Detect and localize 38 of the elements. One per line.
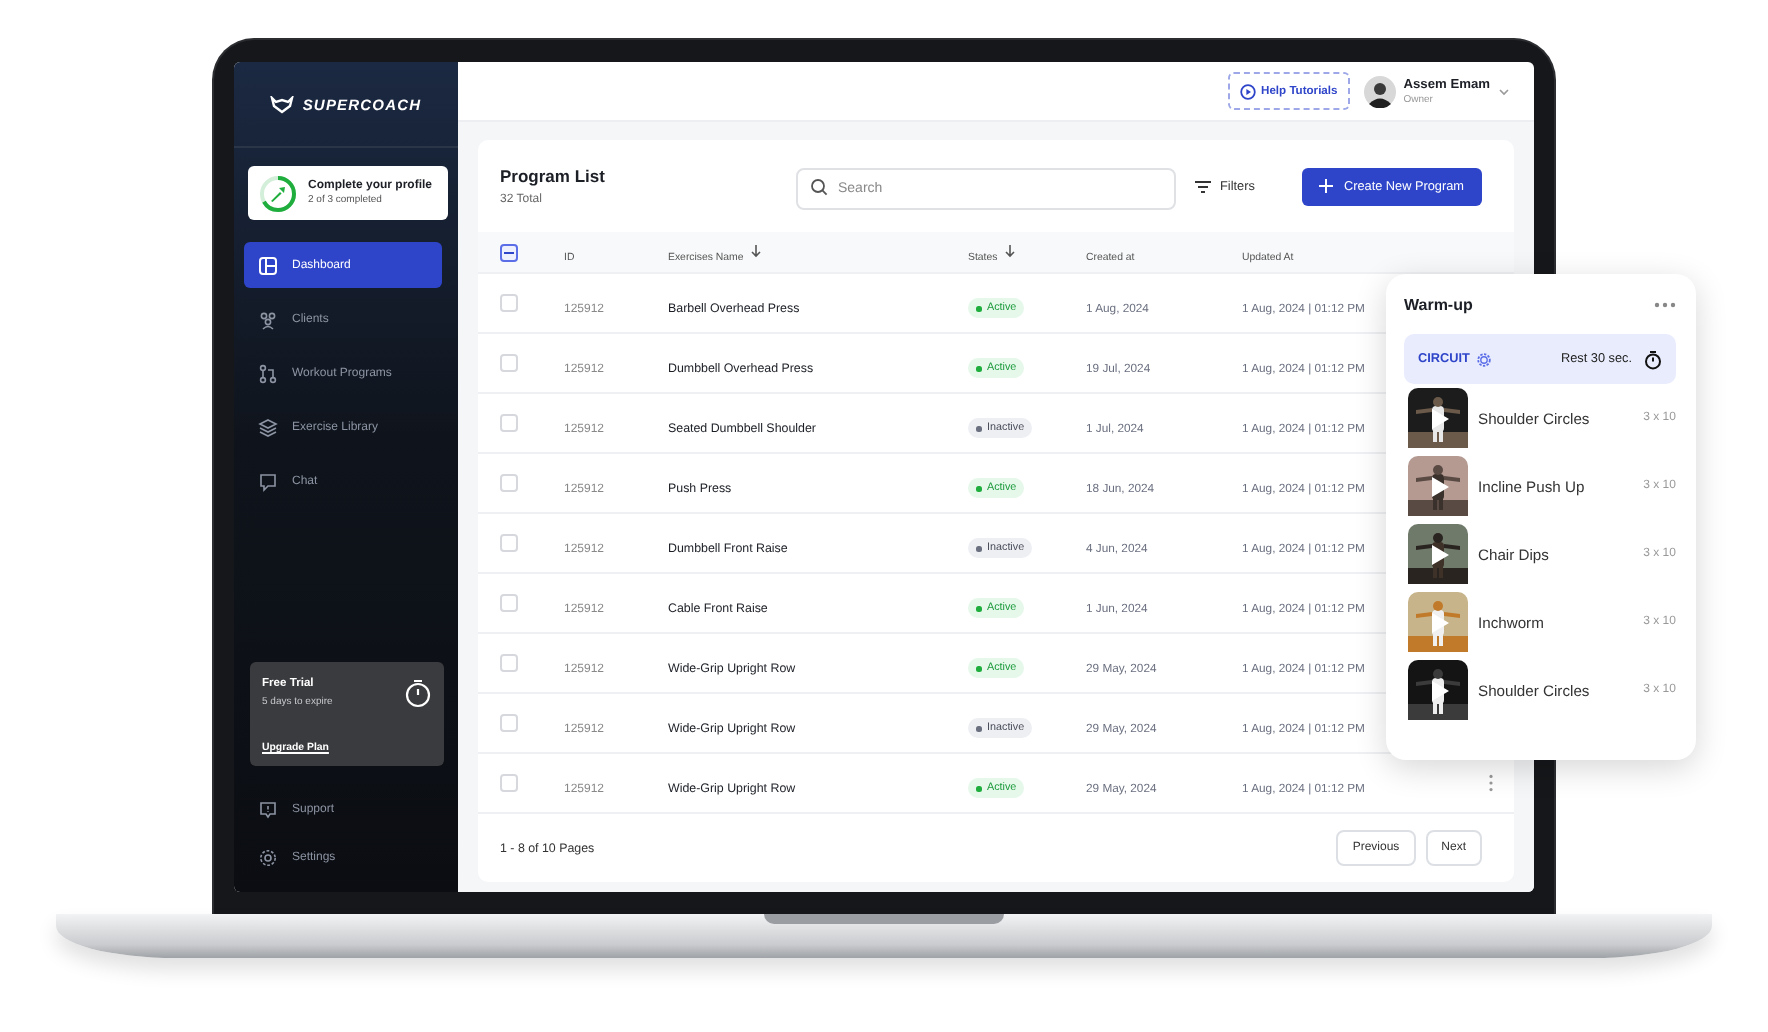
stopwatch-icon — [404, 678, 432, 708]
play-icon — [1239, 83, 1256, 99]
sort-arrow-icon[interactable] — [749, 244, 762, 259]
row-checkbox[interactable] — [500, 414, 518, 432]
select-all-checkbox[interactable] — [500, 243, 518, 261]
play-icon[interactable] — [1430, 408, 1450, 430]
row-checkbox[interactable] — [500, 354, 518, 372]
search-icon — [810, 177, 828, 195]
dashboard-icon — [258, 255, 278, 275]
chevron-down-icon[interactable] — [1498, 87, 1510, 95]
progress-ring — [258, 173, 298, 213]
page-title: Program List — [500, 166, 607, 186]
row-checkbox[interactable] — [500, 654, 518, 672]
gear-icon — [1475, 351, 1492, 367]
logo-icon — [270, 95, 295, 113]
play-icon[interactable] — [1430, 544, 1450, 566]
stopwatch-icon — [1644, 349, 1662, 369]
play-icon[interactable] — [1430, 680, 1450, 702]
card-title: Warm-up — [1404, 296, 1473, 314]
layers-icon — [258, 417, 278, 437]
row-checkbox[interactable] — [500, 534, 518, 552]
people-icon — [258, 309, 278, 329]
chat-icon — [258, 471, 278, 491]
row-checkbox[interactable] — [500, 774, 518, 792]
avatar[interactable] — [1363, 75, 1396, 107]
help-icon — [258, 800, 278, 820]
more-icon[interactable] — [1487, 774, 1493, 792]
plus-icon — [1317, 178, 1334, 194]
settings-icon — [258, 848, 278, 868]
play-icon[interactable] — [1430, 476, 1450, 498]
row-checkbox[interactable] — [500, 294, 518, 312]
more-icon[interactable] — [1654, 302, 1676, 308]
row-checkbox[interactable] — [500, 474, 518, 492]
filter-icon — [1194, 179, 1212, 193]
sort-arrow-icon[interactable] — [1003, 244, 1016, 259]
row-checkbox[interactable] — [500, 714, 518, 732]
row-checkbox[interactable] — [500, 594, 518, 612]
branch-icon — [258, 363, 278, 383]
